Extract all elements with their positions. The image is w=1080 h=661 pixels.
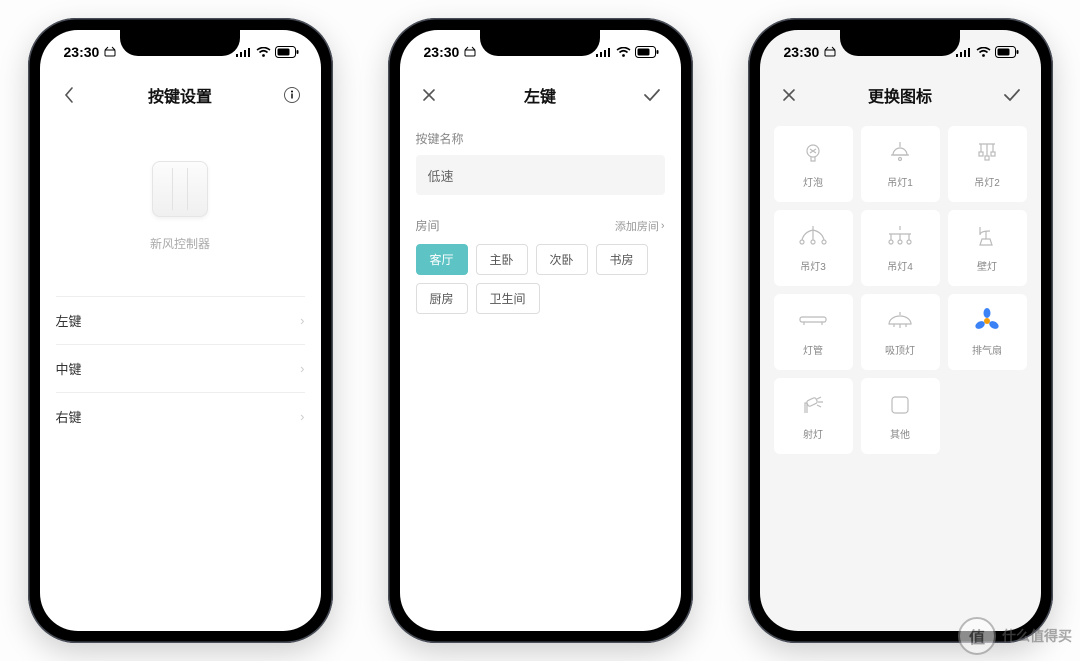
nav-bar: 更换图标 (760, 74, 1041, 116)
status-time: 23:30 (784, 44, 820, 60)
device-preview: 新风控制器 (40, 116, 321, 296)
pendant1-icon (887, 140, 913, 166)
confirm-button[interactable] (999, 82, 1025, 108)
signal-icon (596, 47, 612, 57)
key-name-input[interactable] (416, 155, 665, 195)
alarm-icon (463, 46, 477, 58)
icon-label: 吸顶灯 (885, 342, 915, 357)
page-title: 更换图标 (802, 83, 999, 107)
key-row-0[interactable]: 左键 › (56, 296, 305, 344)
pendant4-icon (885, 224, 915, 250)
icon-label: 灯泡 (803, 174, 823, 189)
wifi-icon (616, 47, 631, 58)
icon-grid: 灯泡 吊灯1 吊灯2 吊灯3 吊灯4 壁灯灯管 吸顶灯 排气扇射灯 其他 (760, 116, 1041, 454)
icon-option-pendant1[interactable]: 吊灯1 (861, 126, 940, 202)
page-title: 左键 (442, 83, 639, 107)
field-label: 按键名称 (416, 130, 665, 147)
spot-icon (801, 392, 825, 418)
notch (840, 30, 960, 56)
icon-option-pendant4[interactable]: 吊灯4 (861, 210, 940, 286)
key-row-1[interactable]: 中键 › (56, 344, 305, 392)
pendant2-icon (973, 140, 1001, 166)
icon-option-pendant2[interactable]: 吊灯2 (948, 126, 1027, 202)
close-button[interactable] (416, 82, 442, 108)
key-row-label: 中键 (56, 359, 82, 378)
page-title: 按键设置 (82, 83, 279, 107)
icon-label: 吊灯3 (800, 258, 826, 273)
icon-label: 其他 (890, 426, 910, 441)
battery-icon (275, 46, 299, 58)
chevron-right-icon: › (300, 361, 304, 376)
room-pill-list: 客厅主卧次卧书房厨房卫生间 (416, 244, 665, 314)
icon-option-bulb[interactable]: 灯泡 (774, 126, 853, 202)
battery-icon (995, 46, 1019, 58)
icon-label: 吊灯4 (887, 258, 913, 273)
icon-option-spot[interactable]: 射灯 (774, 378, 853, 454)
watermark: 值 什么值得买 (958, 617, 1072, 655)
icon-option-tube[interactable]: 灯管 (774, 294, 853, 370)
notch (120, 30, 240, 56)
watermark-icon: 值 (958, 617, 996, 655)
notch (480, 30, 600, 56)
signal-icon (956, 47, 972, 57)
tube-icon (798, 308, 828, 334)
icon-option-pendant3[interactable]: 吊灯3 (774, 210, 853, 286)
icon-option-fan[interactable]: 排气扇 (948, 294, 1027, 370)
back-button[interactable] (56, 82, 82, 108)
phone-frame-1: 23:30 按键设置 (28, 18, 333, 643)
chevron-right-icon: › (300, 409, 304, 424)
bulb-icon (802, 140, 824, 166)
phone-frame-3: 23:30 更换图标 灯泡 吊灯1 吊灯2 吊灯3 吊灯4 壁灯灯管 吸顶灯 排气扇射灯 其他 (748, 18, 1053, 643)
nav-bar: 按键设置 (40, 74, 321, 116)
confirm-button[interactable] (639, 82, 665, 108)
icon-label: 灯管 (803, 342, 823, 357)
key-row-2[interactable]: 右键 › (56, 392, 305, 440)
info-button[interactable] (279, 82, 305, 108)
room-pill[interactable]: 主卧 (476, 244, 528, 275)
room-pill[interactable]: 书房 (596, 244, 648, 275)
signal-icon (236, 47, 252, 57)
device-name: 新风控制器 (150, 235, 210, 252)
other-icon (890, 392, 910, 418)
chevron-right-icon: › (661, 220, 665, 232)
add-room-label: 添加房间 (615, 218, 659, 234)
room-pill[interactable]: 卫生间 (476, 283, 540, 314)
icon-label: 壁灯 (977, 258, 997, 273)
add-room-button[interactable]: 添加房间 › (615, 218, 665, 234)
ceiling-icon (886, 308, 914, 334)
icon-label: 射灯 (803, 426, 823, 441)
wall-icon (976, 224, 998, 250)
alarm-icon (103, 46, 117, 58)
key-row-label: 右键 (56, 407, 82, 426)
status-time: 23:30 (424, 44, 460, 60)
pendant3-icon (798, 224, 828, 250)
icon-label: 吊灯2 (974, 174, 1000, 189)
room-label: 房间 (416, 217, 440, 234)
key-row-label: 左键 (56, 311, 82, 330)
chevron-right-icon: › (300, 313, 304, 328)
icon-option-other[interactable]: 其他 (861, 378, 940, 454)
wifi-icon (976, 47, 991, 58)
room-pill[interactable]: 次卧 (536, 244, 588, 275)
fan-icon (974, 308, 1000, 334)
nav-bar: 左键 (400, 74, 681, 116)
alarm-icon (823, 46, 837, 58)
icon-option-wall[interactable]: 壁灯 (948, 210, 1027, 286)
key-list: 左键 › 中键 › 右键 › (40, 296, 321, 440)
close-button[interactable] (776, 82, 802, 108)
phone-frame-2: 23:30 左键 按键名称 房间 (388, 18, 693, 643)
room-pill[interactable]: 客厅 (416, 244, 468, 275)
icon-label: 吊灯1 (887, 174, 913, 189)
icon-label: 排气扇 (972, 342, 1002, 357)
watermark-text: 什么值得买 (1002, 626, 1072, 646)
wifi-icon (256, 47, 271, 58)
status-time: 23:30 (64, 44, 100, 60)
switch-device-image (152, 161, 208, 217)
battery-icon (635, 46, 659, 58)
room-pill[interactable]: 厨房 (416, 283, 468, 314)
icon-option-ceiling[interactable]: 吸顶灯 (861, 294, 940, 370)
